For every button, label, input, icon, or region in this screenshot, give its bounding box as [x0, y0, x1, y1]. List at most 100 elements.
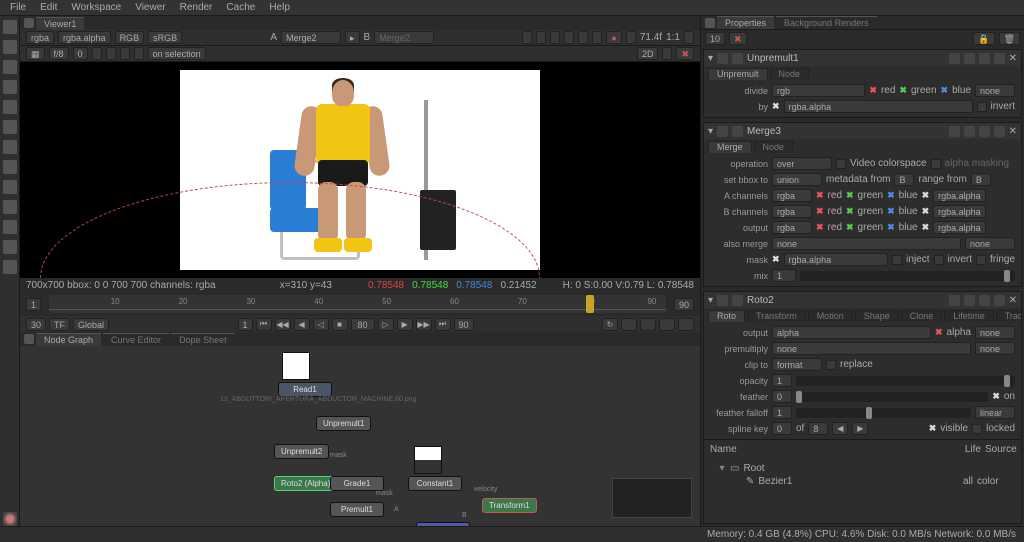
key-next-icon[interactable]: ▶: [852, 422, 868, 435]
bbox-field[interactable]: union: [772, 173, 822, 186]
vc2-icon4[interactable]: [120, 47, 130, 60]
layer-select[interactable]: rgba: [26, 31, 54, 44]
rprem-field[interactable]: none: [772, 342, 971, 355]
menu-workspace[interactable]: Workspace: [65, 2, 127, 13]
tool-misc-icon[interactable]: [3, 260, 17, 274]
vc-icon5[interactable]: [578, 31, 588, 44]
node-color-icon[interactable]: [717, 295, 728, 306]
feather-field[interactable]: 0: [772, 390, 792, 403]
tab-menu-icon[interactable]: [24, 18, 34, 28]
a-red-icon[interactable]: ✖: [816, 190, 824, 201]
node-grade1[interactable]: Grade1: [330, 476, 384, 491]
tool-pointer-icon[interactable]: [3, 20, 17, 34]
a-blue-icon[interactable]: ✖: [887, 190, 895, 201]
on-icon[interactable]: ✖: [992, 391, 1000, 402]
ptab-transform[interactable]: Transform: [747, 310, 806, 322]
b-alpha-field[interactable]: rgba.alpha: [933, 205, 986, 218]
tr-icon2[interactable]: [640, 318, 656, 331]
hdr-icon3[interactable]: [979, 53, 990, 64]
vc2-icon7[interactable]: ✖: [676, 47, 694, 60]
clip-field[interactable]: format: [772, 358, 822, 371]
collapse-icon[interactable]: ▾: [708, 126, 713, 137]
tool-transform-icon[interactable]: [3, 80, 17, 94]
a-alpha-icon[interactable]: ✖: [922, 190, 930, 201]
tab-bgrenders[interactable]: Background Renders: [776, 16, 877, 29]
close-panel-icon[interactable]: ✕: [1009, 126, 1017, 137]
node-graph[interactable]: Read1 13_ABDUTTORI_APERTURA_ABDUCTOR_MAC…: [20, 346, 700, 526]
node-read1[interactable]: Read1: [278, 382, 332, 397]
o-blue-icon[interactable]: ✖: [887, 222, 895, 233]
hdr-icon1[interactable]: [949, 126, 960, 137]
prev-key-icon[interactable]: ◀◀: [275, 318, 291, 331]
tab-nodegraph[interactable]: Node Graph: [36, 333, 101, 346]
collapse-icon[interactable]: ▾: [708, 53, 713, 64]
step-fwd-icon[interactable]: ▷: [378, 318, 394, 331]
o-alpha-icon[interactable]: ✖: [922, 222, 930, 233]
dim-select[interactable]: 2D: [637, 47, 659, 60]
tool-track-icon[interactable]: [3, 160, 17, 174]
ptab-shape[interactable]: Shape: [855, 310, 899, 322]
timeline[interactable]: 1 10 20 30 40 50 60 70 80 90 90: [20, 292, 700, 316]
close-panel-icon[interactable]: ✕: [1009, 53, 1017, 64]
hdr-icon4[interactable]: [994, 295, 1005, 306]
chk-green-icon[interactable]: ✖: [899, 85, 907, 96]
graph-menu-icon[interactable]: [24, 334, 34, 344]
node-premult1[interactable]: Premult1: [330, 502, 384, 517]
invert-checkbox[interactable]: [977, 102, 987, 112]
node-unpremult1[interactable]: Unpremult1: [316, 416, 371, 431]
invert-checkbox[interactable]: [934, 255, 944, 265]
vc-icon6[interactable]: [592, 31, 602, 44]
a-green-icon[interactable]: ✖: [846, 190, 854, 201]
node-preview-icon[interactable]: [732, 295, 743, 306]
ff-curve[interactable]: linear: [975, 406, 1015, 419]
hdr-icon4[interactable]: [994, 126, 1005, 137]
ptab-tracking[interactable]: Tracking: [996, 310, 1021, 322]
chk-red-icon[interactable]: ✖: [869, 85, 877, 96]
menu-cache[interactable]: Cache: [220, 2, 261, 13]
chk-by-icon[interactable]: ✖: [772, 101, 780, 112]
tool-record-icon[interactable]: [3, 512, 17, 526]
ptab-lifetime[interactable]: Lifetime: [944, 310, 994, 322]
ptab-motionblur[interactable]: Motion Blur: [808, 310, 853, 322]
divide-field[interactable]: rgb: [772, 84, 865, 97]
menu-render[interactable]: Render: [174, 2, 219, 13]
fit-select[interactable]: on selection: [148, 47, 206, 60]
loop-icon[interactable]: ↻: [602, 318, 618, 331]
props-count[interactable]: 10: [705, 32, 725, 45]
none-field[interactable]: none: [975, 84, 1015, 97]
next-key-icon[interactable]: ▶▶: [416, 318, 432, 331]
tf-select[interactable]: TF: [49, 318, 70, 331]
fstop-field[interactable]: f/8: [49, 47, 69, 60]
colorspace2-select[interactable]: sRGB: [148, 31, 182, 44]
b-alpha-icon[interactable]: ✖: [922, 206, 930, 217]
ptab-roto[interactable]: Roto: [708, 310, 745, 322]
step-back-icon[interactable]: ◁: [313, 318, 329, 331]
hdr-icon1[interactable]: [949, 53, 960, 64]
vc2-icon5[interactable]: [134, 47, 144, 60]
out-field[interactable]: rgba: [772, 221, 812, 234]
tree-bezier1[interactable]: ✎Bezier1 all color: [718, 475, 1007, 488]
b-blue-icon[interactable]: ✖: [887, 206, 895, 217]
b-green-icon[interactable]: ✖: [846, 206, 854, 217]
gain-field[interactable]: 0: [73, 47, 88, 60]
locked-checkbox[interactable]: [972, 424, 982, 434]
rout-field[interactable]: alpha: [772, 326, 931, 339]
also-field[interactable]: none: [772, 237, 961, 250]
record-icon[interactable]: ●: [606, 31, 621, 44]
chk-blue-icon[interactable]: ✖: [941, 85, 949, 96]
node-color-icon[interactable]: [717, 126, 728, 137]
node-color-icon[interactable]: [717, 53, 728, 64]
bch-field[interactable]: rgba: [772, 205, 812, 218]
key-prev-icon[interactable]: ◀: [832, 422, 848, 435]
stop-icon[interactable]: ■: [332, 318, 348, 331]
hdr-icon3[interactable]: [979, 295, 990, 306]
ptab-merge[interactable]: Merge: [708, 141, 752, 153]
viewer-pane[interactable]: [20, 62, 700, 278]
mask-chk-icon[interactable]: ✖: [772, 254, 780, 265]
vc-icon1[interactable]: [522, 31, 532, 44]
hdr-icon2[interactable]: [964, 53, 975, 64]
frame-start[interactable]: 1: [26, 298, 41, 311]
tool-draw-icon[interactable]: [3, 40, 17, 54]
tab-curveeditor[interactable]: Curve Editor: [103, 333, 169, 346]
vc2-icon6[interactable]: [662, 47, 672, 60]
